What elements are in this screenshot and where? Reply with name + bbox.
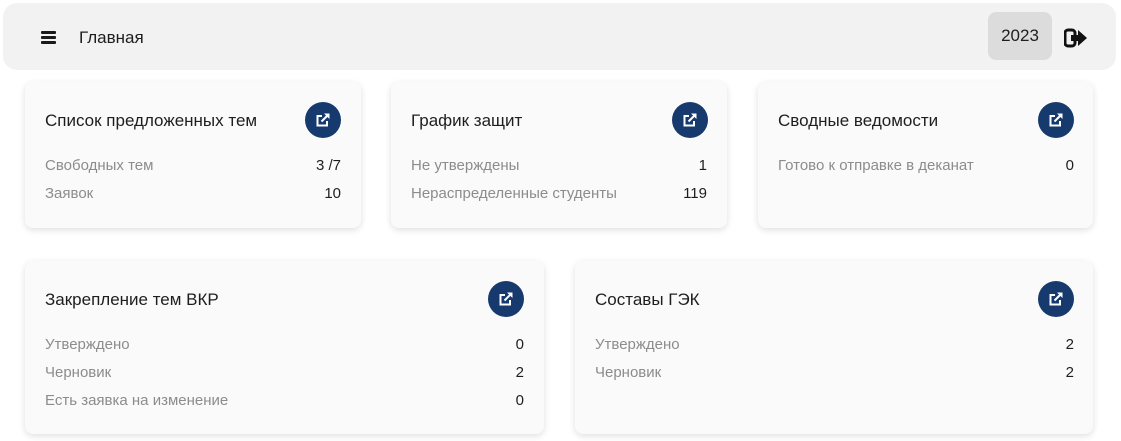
card-title: График защит (411, 111, 523, 130)
stat-value: 3 /7 (315, 157, 341, 174)
card-title: Составы ГЭК (595, 290, 700, 309)
stat-row: Заявок 10 (45, 185, 341, 203)
stat-label: Нераспределенные студенты (411, 185, 617, 202)
year-selector-button[interactable]: 2023 (988, 12, 1052, 60)
card-commission-members: Составы ГЭК Утверждено 2 Черновик 2 (575, 261, 1093, 434)
stat-value: 10 (324, 185, 341, 202)
stat-label: Утверждено (45, 336, 130, 353)
card-title: Сводные ведомости (778, 111, 939, 130)
stat-value: 2 (1065, 336, 1074, 353)
stat-row: Не утверждены 1 (411, 157, 707, 175)
stat-label: Черновик (595, 364, 662, 381)
stat-label: Черновик (45, 364, 112, 381)
stat-label: Есть заявка на изменение (45, 392, 229, 409)
stat-row: Есть заявка на изменение 0 (45, 392, 524, 410)
stat-row: Утверждено 2 (595, 336, 1074, 354)
stat-value: 0 (515, 336, 524, 353)
hamburger-menu-icon[interactable] (39, 29, 61, 47)
card-title: Закрепление тем ВКР (45, 290, 219, 309)
stat-row: Нераспределенные студенты 119 (411, 185, 707, 203)
card-title: Список предложенных тем (45, 111, 258, 130)
card-defense-schedule: График защит Не утверждены 1 Нераспредел… (391, 82, 727, 228)
stat-row: Готово к отправке в деканат 0 (778, 157, 1074, 175)
sign-out-icon[interactable] (1063, 27, 1088, 49)
stat-value: 1 (698, 157, 707, 174)
stat-value: 0 (1065, 157, 1074, 174)
stat-label: Заявок (45, 185, 94, 202)
stat-value: 0 (515, 392, 524, 409)
stat-row: Черновик 2 (595, 364, 1074, 382)
stat-value: 2 (515, 364, 524, 381)
external-link-icon[interactable] (305, 102, 341, 138)
external-link-icon[interactable] (488, 281, 524, 317)
top-app-bar: Главная 2023 (3, 3, 1116, 70)
external-link-icon[interactable] (1038, 102, 1074, 138)
external-link-icon[interactable] (1038, 281, 1074, 317)
page-title: Главная (79, 28, 144, 47)
stat-row: Свободных тем 3 /7 (45, 157, 341, 175)
external-link-icon[interactable] (672, 102, 708, 138)
stat-label: Утверждено (595, 336, 680, 353)
card-topics-list: Список предложенных тем Свободных тем 3 … (25, 82, 361, 228)
stat-row: Черновик 2 (45, 364, 524, 382)
stat-value: 119 (683, 185, 707, 202)
stat-row: Утверждено 0 (45, 336, 524, 354)
stat-label: Готово к отправке в деканат (778, 157, 974, 174)
stat-label: Не утверждены (411, 157, 520, 174)
stat-label: Свободных тем (45, 157, 154, 174)
card-topic-assignment: Закрепление тем ВКР Утверждено 0 Чернови… (25, 261, 544, 434)
card-summary-sheets: Сводные ведомости Готово к отправке в де… (758, 82, 1093, 228)
stat-value: 2 (1065, 364, 1074, 381)
